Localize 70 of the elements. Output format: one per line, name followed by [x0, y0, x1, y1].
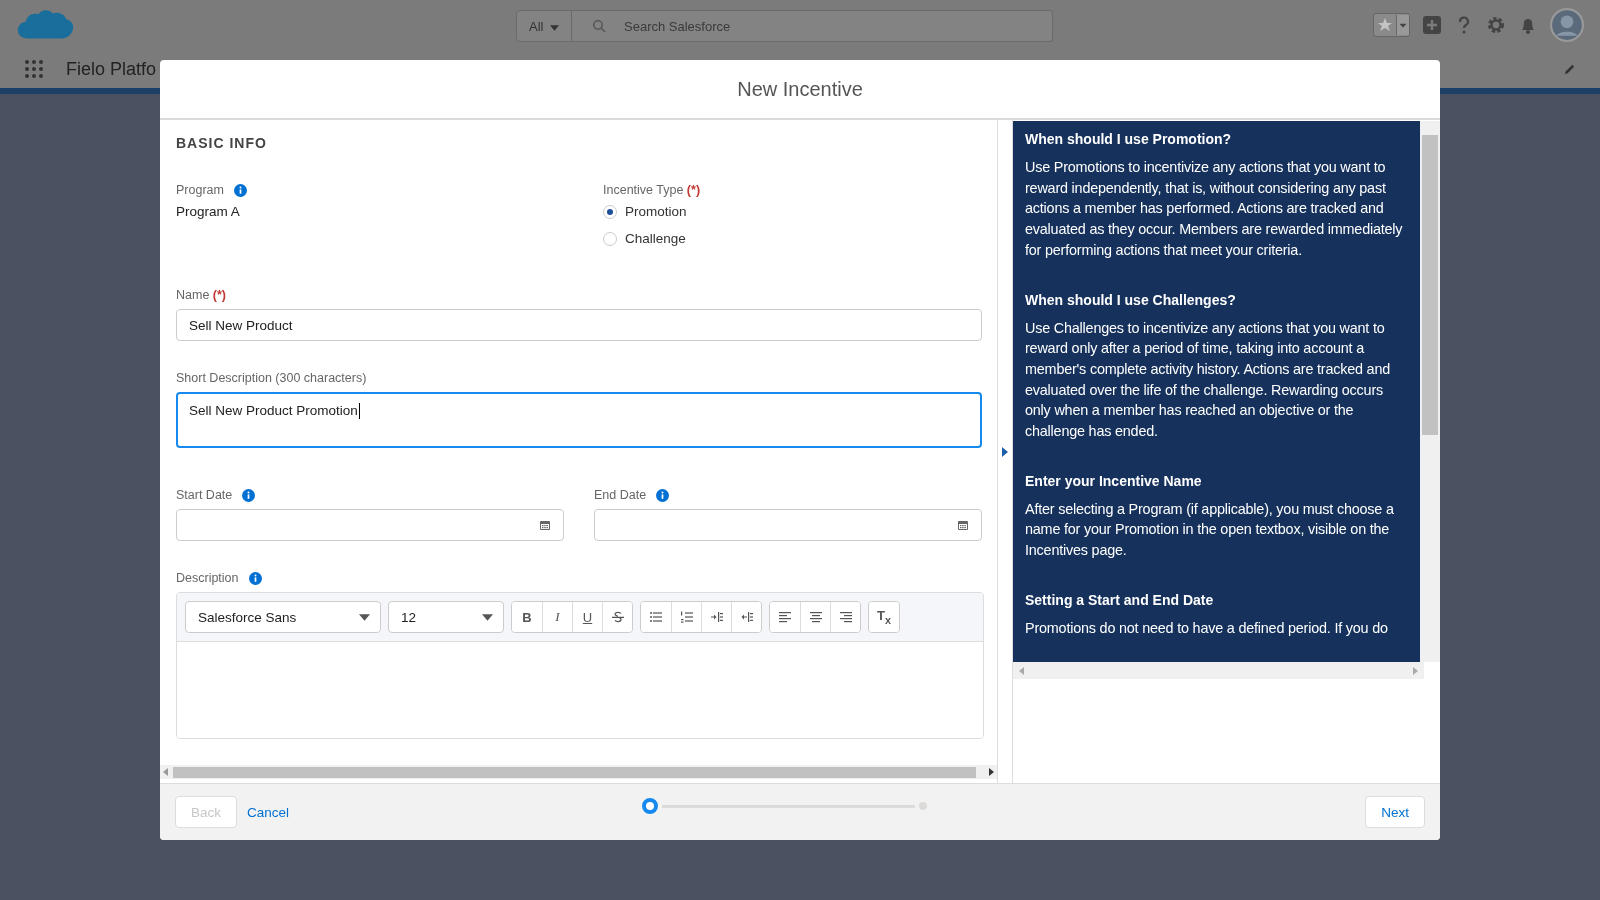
radio-option[interactable]: Challenge — [603, 231, 686, 246]
info-icon[interactable] — [248, 571, 262, 585]
app-name: Fielo Platfo — [66, 58, 157, 80]
help-text: Use Challenges to incentivize any actions that you want to reward only after a period of time, taking into account a member's complete activity history. Actions are tracked and evaluated over the life of the challenge. Rewarding occurs only when a member has reached an objective or the challenge has ended. — [1025, 318, 1391, 442]
horizontal-scrollbar[interactable] — [160, 765, 997, 779]
scroll-left-icon[interactable] — [1019, 666, 1025, 675]
avatar[interactable] — [1550, 8, 1584, 42]
caret-icon — [482, 613, 493, 621]
search-field[interactable]: Search Salesforce — [572, 10, 1053, 42]
info-icon[interactable] — [233, 183, 247, 197]
outdent-icon — [739, 611, 754, 623]
modal-title: New Incentive — [737, 77, 863, 101]
radio-option[interactable]: Promotion — [603, 204, 687, 219]
favorites-button[interactable] — [1373, 13, 1410, 37]
clear-button[interactable]: T$_{x}$ — [869, 602, 899, 632]
caret-icon — [359, 613, 370, 621]
numbers-icon — [679, 611, 694, 623]
section-heading: BASIC INFO — [176, 135, 268, 151]
font-select[interactable]: Salesforce Sans — [185, 601, 381, 633]
app-launcher-icon[interactable] — [24, 59, 44, 79]
search-icon — [592, 19, 606, 33]
help-text: Promotions do not need to have a defined period. If you do — [1025, 618, 1389, 638]
info-icon[interactable] — [242, 488, 256, 502]
search-input[interactable]: Search Salesforce — [622, 17, 926, 35]
program-value: Program A — [176, 204, 241, 219]
field-label: Name (*) — [176, 288, 227, 302]
help-heading: Setting a Start and End Date — [1025, 591, 1215, 608]
scroll-left-icon[interactable] — [163, 768, 169, 776]
info-icon[interactable] — [656, 488, 670, 502]
bullets-icon — [649, 611, 663, 623]
strike-icon — [610, 611, 625, 623]
caret-icon — [550, 24, 560, 31]
scroll-right-icon[interactable] — [988, 768, 994, 776]
step-marker[interactable] — [642, 798, 658, 814]
date-field[interactable] — [176, 509, 564, 541]
help-text: Use Promotions to incentivize any actions that you want to reward independently, that is, without considering any past actions a member has performed. Actions are tracked and evaluated as they occur. Members are rewarded immediately for performing actions that meet your criteria. — [1025, 158, 1404, 260]
next-button[interactable]: Next — [1365, 796, 1425, 828]
date-field[interactable] — [594, 509, 982, 541]
step-marker[interactable] — [919, 802, 927, 810]
field-label: Incentive Type (*) — [603, 183, 701, 197]
expand-arrow-icon[interactable] — [1002, 446, 1008, 457]
outdent-button[interactable] — [731, 602, 761, 632]
size-select[interactable]: 12 — [388, 601, 504, 633]
calendar-icon[interactable] — [539, 519, 551, 531]
align-center-icon — [808, 611, 823, 623]
align-right-button[interactable] — [830, 602, 860, 632]
align-left-icon — [778, 611, 792, 623]
caret-icon[interactable] — [1396, 15, 1409, 35]
add-icon[interactable] — [1422, 15, 1442, 35]
field-label: Description — [176, 571, 239, 585]
help-text: After selecting a Program (if applicable), you must choose a name for your Promotion in the open textbox, visible on the Incentives page. — [1025, 499, 1395, 561]
help-heading: When should I use Challenges? — [1025, 291, 1237, 308]
edit-icon[interactable] — [1563, 62, 1576, 76]
help-heading: Enter your Incentive Name — [1025, 472, 1203, 489]
field-label: Program — [176, 183, 224, 197]
field-label: End Date — [594, 488, 647, 502]
field-label: Short Description (300 characters) — [176, 371, 367, 385]
indent-icon — [709, 611, 724, 623]
vertical-scrollbar[interactable] — [1420, 121, 1440, 662]
settings-icon[interactable] — [1486, 15, 1506, 35]
strike-button[interactable] — [602, 602, 632, 632]
calendar-icon[interactable] — [957, 519, 969, 531]
short-description-field[interactable]: Sell New Product Promotion — [176, 392, 982, 448]
align-right-icon — [838, 611, 853, 623]
cancel-link[interactable]: Cancel — [247, 804, 290, 820]
field-label: Start Date — [176, 488, 233, 502]
help-horizontal-scrollbar[interactable] — [1013, 662, 1424, 679]
help-heading: When should I use Promotion? — [1025, 131, 1233, 147]
star-icon[interactable] — [1377, 17, 1393, 33]
name-field[interactable]: Sell New Product — [176, 309, 982, 341]
